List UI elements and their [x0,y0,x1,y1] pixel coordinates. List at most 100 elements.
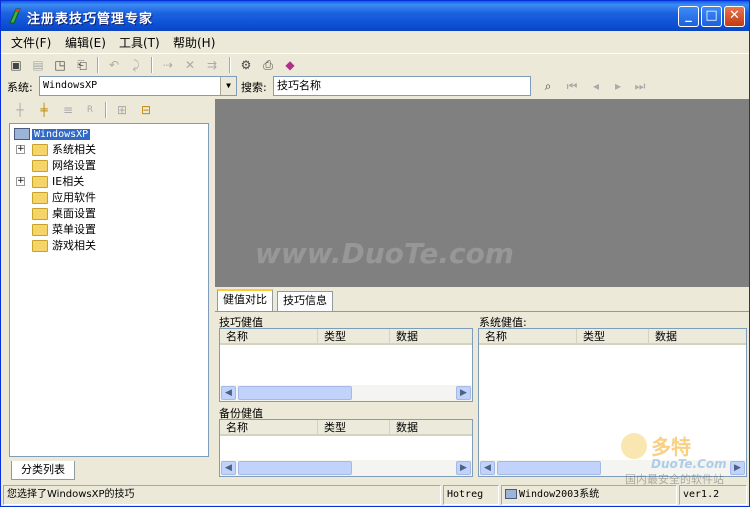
run-icon[interactable]: ⎙ [259,56,277,74]
folder-icon [32,192,48,204]
status-app: Hotreg [443,485,499,505]
import-icon[interactable]: ⇢ [159,56,177,74]
computer-icon [505,489,517,499]
column-header-name[interactable]: 名称 [220,329,318,345]
scroll-right-icon[interactable]: ▶ [456,461,471,475]
close-button[interactable]: ✕ [724,6,745,27]
site-logo-watermark: 多特 DuoTe.Com 国内最安全的软件站 [621,431,749,486]
undo-icon[interactable]: ↶ [105,56,123,74]
tree-rename-icon[interactable]: R [81,101,99,119]
status-os: Window2003系统 [501,485,677,505]
status-app-text: Hotreg [447,489,484,500]
minimize-button[interactable]: _ [678,6,699,27]
horizontal-scrollbar[interactable]: ◀ ▶ [220,385,472,401]
status-os-text: Window2003系统 [519,489,600,500]
tree-add-icon[interactable]: ┼ [11,101,29,119]
tree-item[interactable]: 桌面设置 [32,206,96,222]
system-select-value: WindowsXP [43,80,98,91]
scroll-left-icon[interactable]: ◀ [221,461,236,475]
toolbar-separator [151,57,153,73]
horizontal-scrollbar[interactable]: ◀ ▶ [220,460,472,476]
menu-file[interactable]: 文件(F) [11,34,51,51]
search-label: 搜索: [241,81,267,94]
next-record-icon[interactable]: ▸ [609,77,627,95]
folder-icon [32,240,48,252]
chevron-down-icon[interactable]: ▼ [220,77,236,95]
open-icon[interactable]: ▣ [7,56,25,74]
filter-icon[interactable]: ⇉ [203,56,221,74]
status-message: 您选择了WindowsXP的技巧 [3,485,441,505]
tree-add-child-icon[interactable]: ╪ [35,101,53,119]
folder-icon [32,224,48,236]
options-icon[interactable]: ⚙ [237,56,255,74]
menu-tools[interactable]: 工具(T) [119,34,160,51]
scroll-thumb[interactable] [238,386,352,400]
scroll-left-icon[interactable]: ◀ [221,386,236,400]
tree-root[interactable]: WindowsXP [14,126,91,142]
column-header-type[interactable]: 类型 [318,329,390,345]
folder-icon [32,176,48,188]
tree-collapse-icon[interactable]: ⊟ [137,101,155,119]
add-icon[interactable]: ◳ [51,56,69,74]
system-search-row: 系统: WindowsXP ▼ 搜索: 技巧名称 ⌕ ⏮ ◂ ▸ ⏭ [1,75,749,97]
save-icon[interactable]: ▤ [29,56,47,74]
expand-icon[interactable]: + [16,177,25,186]
scroll-left-icon[interactable]: ◀ [480,461,495,475]
tree-item[interactable]: 应用软件 [32,190,96,206]
category-tree[interactable]: WindowsXP + 系统相关 网络设置 + IE相关 应用软件 桌面设置 菜… [9,123,209,457]
column-header-data[interactable]: 数据 [390,329,472,345]
help-book-icon[interactable]: ◆ [281,56,299,74]
tree-expand-icon[interactable]: ⊞ [113,101,131,119]
folder-icon [32,160,48,172]
column-header-data[interactable]: 数据 [649,329,746,345]
last-record-icon[interactable]: ⏭ [631,77,649,95]
status-message-text: 您选择了WindowsXP的技巧 [7,489,135,500]
tab-key-compare[interactable]: 健值对比 [217,289,273,311]
tree-item[interactable]: 系统相关 [32,142,96,158]
column-header-name[interactable]: 名称 [220,420,318,436]
column-header-type[interactable]: 类型 [577,329,649,345]
maximize-button[interactable]: □ [701,6,722,27]
column-header-data[interactable]: 数据 [390,420,472,436]
menu-bar: 文件(F) 编辑(E) 工具(T) 帮助(H) [1,31,749,51]
tab-tip-info[interactable]: 技巧信息 [277,291,333,311]
vertical-splitter[interactable] [209,97,214,481]
tree-item[interactable]: 菜单设置 [32,222,96,238]
column-header-type[interactable]: 类型 [318,420,390,436]
backup-keys-list[interactable]: 名称 类型 数据 ◀ ▶ [219,419,473,477]
redo-icon[interactable]: ⤸ [127,56,145,74]
preview-watermark: www.DuoTe.com [255,237,514,270]
tree-delete-icon[interactable]: ≡ [59,101,77,119]
tree-item[interactable]: IE相关 [32,174,84,190]
tree-item-label: 网络设置 [52,159,96,172]
window-title: 注册表技巧管理专家 [27,12,154,27]
menu-edit[interactable]: 编辑(E) [65,34,106,51]
tree-toolbar: ┼ ╪ ≡ R ⊞ ⊟ [5,99,207,123]
tree-item[interactable]: 游戏相关 [32,238,96,254]
scroll-thumb[interactable] [497,461,601,475]
scroll-right-icon[interactable]: ▶ [456,386,471,400]
title-bar[interactable]: 注册表技巧管理专家 _ □ ✕ [1,1,749,31]
menu-help[interactable]: 帮助(H) [173,34,215,51]
logo-domain: DuoTe.Com [651,457,727,471]
folder-icon [32,144,48,156]
tip-keys-list[interactable]: 名称 类型 数据 ◀ ▶ [219,328,473,402]
tree-item[interactable]: 网络设置 [32,158,96,174]
system-label: 系统: [7,81,33,94]
detail-tabs: 健值对比 技巧信息 [215,289,749,311]
search-go-icon[interactable]: ⌕ [539,77,557,95]
tab-category-list[interactable]: 分类列表 [11,461,75,480]
edit-icon[interactable]: ⎗ [73,56,91,74]
toolbar-separator [97,57,99,73]
toolbar: ▣ ▤ ◳ ⎗ ↶ ⤸ ⇢ ✕ ⇉ ⚙ ⎙ ◆ [1,53,749,75]
previous-record-icon[interactable]: ◂ [587,77,605,95]
search-input[interactable]: 技巧名称 [273,76,531,96]
scroll-thumb[interactable] [238,461,352,475]
system-select[interactable]: WindowsXP ▼ [39,76,237,96]
tree-item-label: IE相关 [52,175,85,188]
export-icon[interactable]: ✕ [181,56,199,74]
expand-icon[interactable]: + [16,145,25,154]
column-header-name[interactable]: 名称 [479,329,577,345]
first-record-icon[interactable]: ⏮ [563,77,581,95]
app-icon [9,8,21,24]
